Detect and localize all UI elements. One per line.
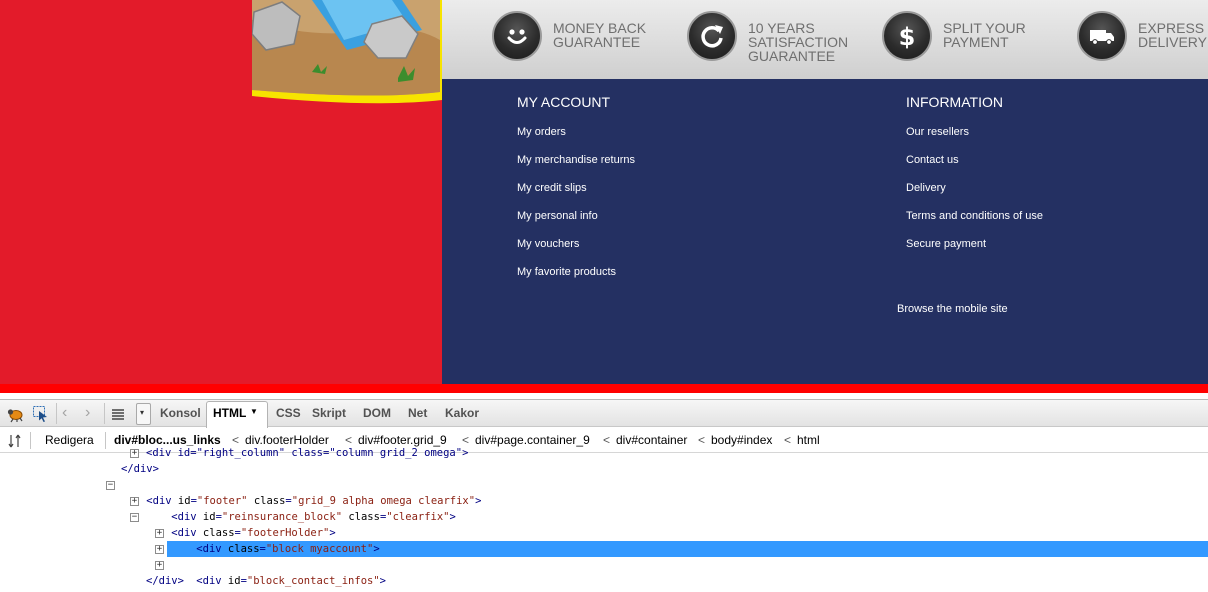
panel-menu-dropdown[interactable]: ▾ — [136, 403, 151, 425]
tab-script[interactable]: Skript — [312, 406, 346, 420]
my-account-links: My orders My merchandise returns My cred… — [517, 126, 635, 294]
reinsurance-item-express-delivery: EXPRESS DELIVERY — [1077, 11, 1208, 63]
reinsurance-item-satisfaction: 10 YEARS SATISFACTION GUARANTEE — [687, 11, 857, 63]
breadcrumb-separator: < — [698, 433, 706, 447]
reinsurance-item-split-payment: $ SPLIT YOUR PAYMENT — [882, 11, 1052, 63]
back-arrow-icon[interactable]: ‹ — [62, 404, 80, 422]
link-contact-us[interactable]: Contact us — [906, 154, 1043, 182]
tab-html[interactable]: HTML — [213, 406, 246, 420]
breadcrumb-item[interactable]: body#index — [711, 433, 772, 447]
tree-node-myaccount[interactable]: <div class="block myaccount"> — [171, 525, 379, 555]
link-merchandise-returns[interactable]: My merchandise returns — [517, 154, 635, 182]
toolbar-separator — [104, 403, 105, 424]
forward-arrow-icon[interactable]: › — [85, 404, 103, 422]
tab-net[interactable]: Net — [408, 406, 427, 420]
breadcrumb-separator: < — [603, 433, 611, 447]
tab-console[interactable]: Konsol — [160, 406, 201, 420]
dollar-icon: $ — [882, 11, 932, 61]
expand-icon[interactable]: + — [130, 497, 139, 506]
html-tree-panel: + <div id="right_column" class="column g… — [0, 447, 1208, 592]
chevron-down-icon: ▾ — [140, 408, 145, 417]
breadcrumb-item[interactable]: div#page.container_9 — [475, 433, 590, 447]
reinsurance-text: MONEY BACK GUARANTEE — [553, 20, 647, 50]
attr-name: class — [348, 511, 380, 523]
link-secure-payment[interactable]: Secure payment — [906, 238, 1043, 266]
inspect-icon[interactable] — [32, 405, 50, 423]
collapse-icon[interactable]: − — [130, 513, 139, 522]
tree-node-footer[interactable]: <div id="footer" class="grid_9 alpha ome… — [121, 477, 481, 507]
reinsurance-text: EXPRESS DELIVERY — [1138, 20, 1207, 50]
reinsurance-text: SPLIT YOUR PAYMENT — [943, 20, 1026, 50]
my-account-title[interactable]: MY ACCOUNT — [517, 94, 610, 110]
reinsurance-item-money-back: MONEY BACK GUARANTEE — [492, 11, 662, 63]
expand-collapse-icon[interactable] — [8, 434, 22, 448]
link-personal-info[interactable]: My personal info — [517, 210, 635, 238]
attr-value: "clearfix" — [386, 511, 450, 523]
toolbar-separator — [56, 403, 57, 424]
svg-text:$: $ — [899, 23, 916, 50]
tag-close: > — [449, 511, 456, 523]
breadcrumb-item[interactable]: html — [797, 433, 820, 447]
truck-icon — [1077, 11, 1127, 61]
breadcrumb-separator: < — [784, 433, 792, 447]
reinsurance-text: 10 YEARS SATISFACTION GUARANTEE — [748, 20, 849, 64]
toolbar-separator — [105, 432, 106, 449]
expand-icon[interactable]: + — [130, 449, 139, 458]
tree-node-various-links-selected[interactable]: <div id="block_various_links_footer" cla… — [171, 541, 607, 571]
link-credit-slips[interactable]: My credit slips — [517, 182, 635, 210]
expand-icon[interactable]: + — [155, 545, 164, 554]
tree-node-footerholder[interactable]: <div class="footerHolder"> — [146, 509, 335, 539]
tab-cookies[interactable]: Kakor — [445, 406, 479, 420]
link-my-orders[interactable]: My orders — [517, 126, 635, 154]
attr-value: "block_contact_infos" — [246, 575, 380, 587]
information-title: INFORMATION — [906, 94, 1003, 110]
attr-name: id — [227, 575, 241, 587]
firebug-icon[interactable] — [6, 405, 24, 423]
refresh-icon — [687, 11, 737, 61]
link-delivery[interactable]: Delivery — [906, 182, 1043, 210]
tree-node-close[interactable]: </div> — [121, 461, 159, 477]
tab-dom[interactable]: DOM — [363, 406, 391, 420]
tag-close: > — [475, 495, 482, 507]
web-page: MONEY BACK GUARANTEE 10 YEARS SATISFACTI… — [0, 0, 1208, 394]
toy-truck-image — [252, 0, 442, 108]
link-favorite-products[interactable]: My favorite products — [517, 266, 635, 294]
browse-mobile-link[interactable]: Browse the mobile site — [897, 303, 1008, 315]
footer-holder: MY ACCOUNT My orders My merchandise retu… — [442, 79, 1208, 384]
expand-icon[interactable]: + — [155, 529, 164, 538]
menu-lines-icon[interactable] — [110, 405, 128, 423]
breadcrumb-item[interactable]: div#container — [616, 433, 687, 447]
tree-node-reinsurance[interactable]: <div id="reinsurance_block" class="clear… — [146, 493, 456, 523]
tree-node-contact-infos[interactable]: <div id="block_contact_infos"> — [171, 557, 386, 587]
link-resellers[interactable]: Our resellers — [906, 126, 1043, 154]
edit-button[interactable]: Redigera — [45, 433, 94, 447]
tag-close: > — [600, 559, 608, 571]
link-vouchers[interactable]: My vouchers — [517, 238, 635, 266]
toolbar-separator — [30, 432, 31, 449]
tree-node-close[interactable]: </div> — [146, 573, 184, 589]
collapse-icon[interactable]: − — [106, 481, 115, 490]
tag-open: <div — [196, 575, 222, 587]
attr-name: class — [430, 559, 462, 571]
expand-icon[interactable]: + — [155, 561, 164, 570]
tab-css[interactable]: CSS — [276, 406, 301, 420]
link-terms[interactable]: Terms and conditions of use — [906, 210, 1043, 238]
reinsurance-block: MONEY BACK GUARANTEE 10 YEARS SATISFACTI… — [442, 0, 1208, 79]
smiley-icon — [492, 11, 542, 61]
tree-node[interactable]: <div id="right_column" class="column gri… — [146, 445, 468, 461]
devtools-toolbar: ‹ › ▾ Konsol HTML ▼ CSS Skript DOM Net K… — [0, 399, 1208, 428]
tag-close: > — [379, 575, 386, 587]
chevron-down-icon[interactable]: ▼ — [250, 407, 258, 416]
information-links: Our resellers Contact us Delivery Terms … — [906, 126, 1043, 266]
attr-value: "block_various_links" — [468, 559, 601, 571]
